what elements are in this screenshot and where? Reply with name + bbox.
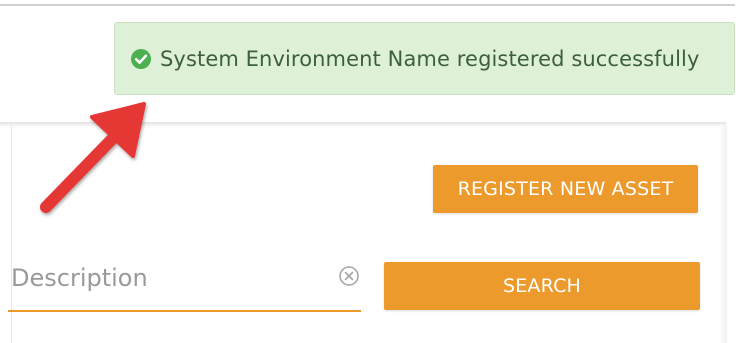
description-field — [8, 252, 361, 312]
top-divider — [0, 4, 735, 6]
description-underline — [8, 310, 361, 312]
annotation-arrow-icon — [40, 102, 146, 213]
check-circle-icon — [130, 48, 152, 70]
search-button[interactable]: SEARCH — [384, 262, 700, 310]
panel-right-edge — [719, 125, 727, 343]
panel-top-edge — [0, 122, 726, 128]
clear-circle-icon[interactable] — [338, 265, 360, 287]
description-input[interactable] — [8, 252, 331, 304]
success-notification: System Environment Name registered succe… — [114, 22, 735, 95]
register-new-asset-button[interactable]: REGISTER NEW ASSET — [433, 165, 698, 213]
notification-message: System Environment Name registered succe… — [160, 46, 700, 71]
